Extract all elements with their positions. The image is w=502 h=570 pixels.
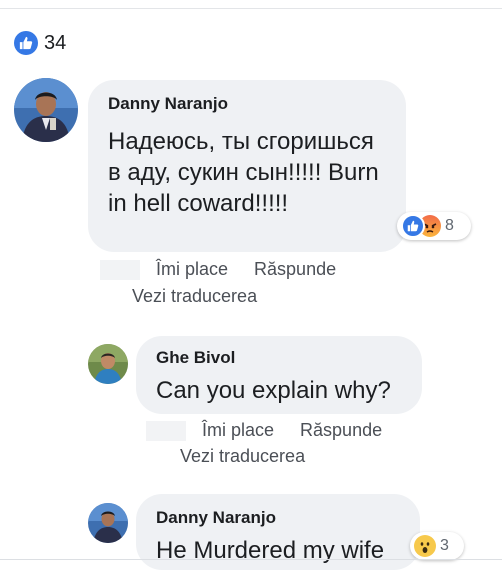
comment-author[interactable]: Ghe Bivol	[156, 348, 402, 368]
redacted-placeholder	[100, 259, 140, 280]
comment-text: He Murdered my wife	[156, 537, 385, 564]
reactions-count: 34	[44, 31, 67, 54]
like-button[interactable]: Îmi place	[202, 420, 274, 441]
comment-reactions[interactable]: 8	[397, 212, 471, 240]
see-translation-link[interactable]: Vezi traducerea	[132, 286, 257, 307]
reply-button[interactable]: Răspunde	[300, 420, 382, 441]
comment-bubble: Danny Naranjo Надеюсь, ты сгоришься в ад…	[88, 80, 406, 252]
top-divider	[0, 8, 502, 9]
comment-bubble: Ghe Bivol Can you explain why?	[136, 336, 422, 414]
redacted-placeholder	[146, 420, 186, 441]
like-icon	[401, 214, 425, 238]
comment-author[interactable]: Danny Naranjo	[108, 94, 386, 114]
comment-actions: Îmi place Răspunde	[100, 259, 362, 280]
comment-text: Надеюсь, ты сгоришься в аду, сукин сын!!…	[108, 128, 379, 217]
see-translation-link[interactable]: Vezi traducerea	[180, 446, 305, 467]
wow-icon	[414, 535, 436, 557]
comment-author[interactable]: Danny Naranjo	[156, 508, 400, 528]
comment-actions: Îmi place Răspunde	[146, 420, 408, 441]
comment-text: Can you explain why?	[156, 377, 391, 404]
avatar[interactable]	[88, 344, 128, 384]
reaction-count: 3	[440, 537, 449, 554]
reaction-count: 8	[445, 217, 454, 234]
like-icon	[14, 31, 38, 55]
avatar[interactable]	[88, 503, 128, 543]
avatar[interactable]	[14, 78, 78, 142]
reactions-summary[interactable]: 34	[14, 30, 66, 56]
reply-button[interactable]: Răspunde	[254, 259, 336, 280]
bottom-divider	[0, 559, 502, 560]
like-button[interactable]: Îmi place	[156, 259, 228, 280]
comment-reactions[interactable]: 3	[410, 532, 464, 560]
